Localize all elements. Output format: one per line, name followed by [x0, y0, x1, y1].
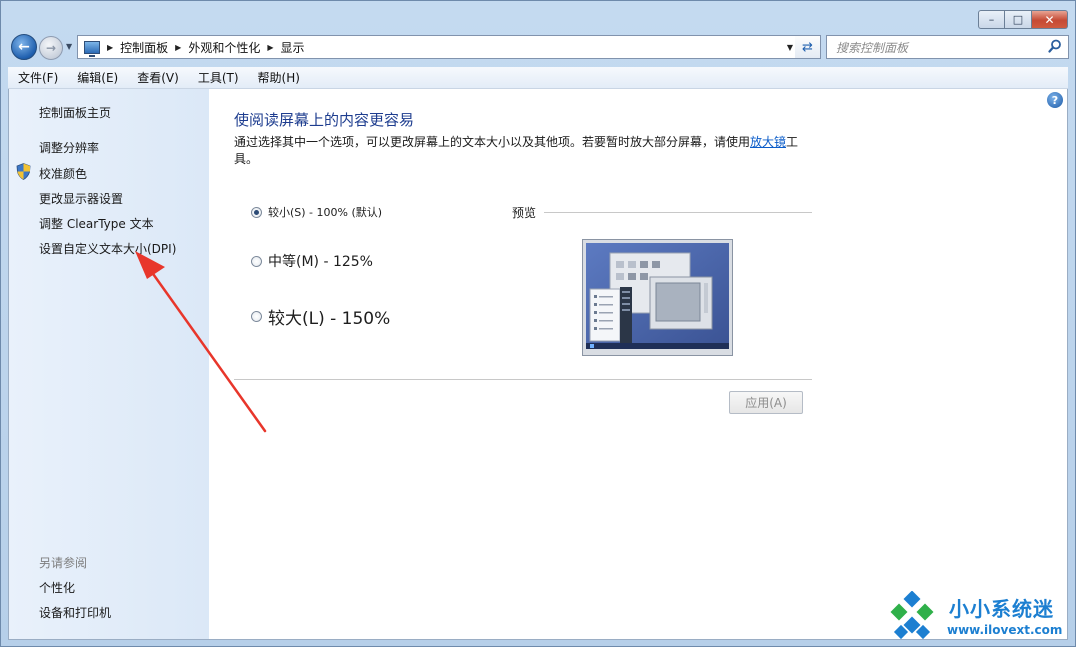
watermark-url: www.ilovext.com	[947, 623, 1063, 637]
option-larger[interactable]: 较大(L) - 150%	[251, 304, 390, 329]
content-area: 控制面板主页 调整分辨率 校准颜色 更改显示器设置 调整 ClearType 文…	[8, 89, 1068, 640]
forward-button[interactable]: →	[39, 36, 63, 60]
maximize-button[interactable]: □	[1005, 10, 1032, 29]
page-title: 使阅读屏幕上的内容更容易	[234, 111, 415, 129]
crumb-separator-icon[interactable]: ▶	[107, 43, 113, 52]
close-button[interactable]: ✕	[1032, 10, 1068, 29]
watermark: 小小系统迷 www.ilovext.com	[887, 589, 1071, 645]
search-placeholder: 搜索控制面板	[836, 40, 909, 55]
computer-monitor-icon	[84, 40, 100, 57]
menu-bar: 文件(F) 编辑(E) 查看(V) 工具(T) 帮助(H)	[8, 67, 1068, 89]
option-medium[interactable]: 中等(M) - 125%	[251, 251, 373, 271]
crumb-separator-icon[interactable]: ▶	[175, 43, 181, 52]
uac-shield-icon	[16, 163, 31, 180]
refresh-icon: ⇄	[802, 39, 813, 55]
magnifier-link[interactable]: 放大镜	[750, 135, 786, 149]
watermark-logo-icon	[890, 591, 934, 640]
radio-smaller[interactable]	[251, 206, 262, 218]
sidebar-link-devices-printers[interactable]: 设备和打印机	[39, 604, 111, 621]
preview-divider	[544, 212, 812, 213]
option-larger-label[interactable]: 较大(L) - 150%	[268, 304, 390, 329]
menu-file[interactable]: 文件(F)	[8, 69, 67, 86]
address-dropdown-icon[interactable]: ▼	[787, 43, 793, 52]
back-arrow-icon: ←	[18, 39, 30, 55]
radio-larger[interactable]	[251, 311, 262, 322]
search-input[interactable]: 搜索控制面板	[826, 35, 1069, 59]
description-text: 通过选择其中一个选项，可以更改屏幕上的文本大小以及其他项。若要暂时放大部分屏幕，…	[234, 135, 751, 149]
back-button[interactable]: ←	[11, 34, 37, 60]
crumb-separator-icon[interactable]: ▶	[267, 43, 273, 52]
watermark-title: 小小系统迷	[949, 597, 1054, 621]
sidebar-link-calibrate-color[interactable]: 校准颜色	[39, 165, 87, 182]
sidebar-link-cleartype[interactable]: 调整 ClearType 文本	[39, 215, 154, 232]
menu-help[interactable]: 帮助(H)	[248, 69, 309, 86]
menu-tools[interactable]: 工具(T)	[188, 69, 248, 86]
search-icon[interactable]	[1048, 39, 1062, 53]
breadcrumb-display[interactable]: 显示	[281, 39, 305, 56]
sidebar-link-custom-dpi[interactable]: 设置自定义文本大小(DPI)	[39, 240, 176, 257]
history-dropdown-icon[interactable]: ▼	[66, 42, 72, 51]
page-description: 通过选择其中一个选项，可以更改屏幕上的文本大小以及其他项。若要暂时放大部分屏幕，…	[234, 134, 814, 168]
sidebar-link-control-panel-home[interactable]: 控制面板主页	[39, 104, 111, 121]
minimize-button[interactable]: –	[978, 10, 1005, 29]
preview-label: 预览	[512, 206, 537, 220]
radio-medium[interactable]	[251, 255, 262, 267]
refresh-button[interactable]: ⇄	[795, 35, 821, 59]
help-icon[interactable]: ?	[1047, 92, 1063, 108]
sidebar-link-change-display-settings[interactable]: 更改显示器设置	[39, 190, 123, 207]
option-smaller-label[interactable]: 较小(S) - 100% (默认)	[268, 204, 382, 220]
navigation-bar: ← → ▼ ▶ 控制面板 ▶ 外观和个性化 ▶ 显示 ▼ ⇄ 搜索控制面板	[9, 33, 1069, 61]
address-bar[interactable]: ▶ 控制面板 ▶ 外观和个性化 ▶ 显示 ▼	[77, 35, 799, 59]
apply-button[interactable]: 应用(A)	[729, 391, 803, 414]
breadcrumb-control-panel[interactable]: 控制面板	[120, 39, 168, 56]
sidebar: 控制面板主页 调整分辨率 校准颜色 更改显示器设置 调整 ClearType 文…	[9, 89, 209, 639]
menu-view[interactable]: 查看(V)	[127, 69, 188, 86]
caption-buttons: – □ ✕	[978, 10, 1068, 29]
option-smaller[interactable]: 较小(S) - 100% (默认)	[251, 204, 382, 220]
menu-edit[interactable]: 编辑(E)	[67, 69, 127, 86]
breadcrumb-appearance[interactable]: 外观和个性化	[188, 39, 260, 56]
sidebar-link-adjust-resolution[interactable]: 调整分辨率	[39, 139, 99, 156]
sidebar-link-personalization[interactable]: 个性化	[39, 579, 75, 596]
option-medium-label[interactable]: 中等(M) - 125%	[268, 251, 373, 271]
content-separator	[234, 379, 812, 380]
preview-image	[582, 239, 733, 356]
window: – □ ✕ ← → ▼ ▶ 控制面板 ▶ 外观和个性化 ▶ 显示 ▼ ⇄ 搜索控…	[0, 0, 1076, 647]
forward-arrow-icon: →	[45, 41, 57, 55]
see-also-heading: 另请参阅	[39, 556, 88, 570]
